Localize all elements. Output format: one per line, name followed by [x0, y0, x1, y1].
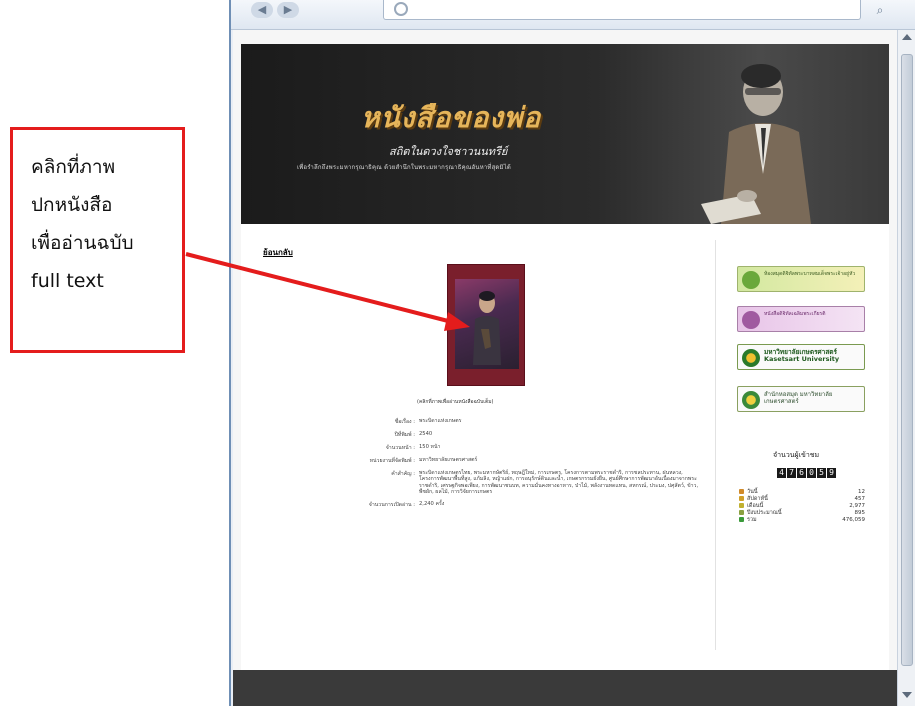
back-link[interactable]: ย้อนกลับ — [263, 246, 293, 259]
detail-row-reads: จำนวนการเปิดอ่าน : 2,240 ครั้ง — [341, 501, 701, 509]
detail-row-publisher: หน่วยงานที่จัดพิมพ์ : มหาวิทยาลัยเกษตรศา… — [341, 457, 701, 465]
globe-icon — [394, 2, 408, 16]
scroll-up-arrow-icon[interactable] — [902, 34, 912, 40]
counter-digit: 0 — [807, 468, 816, 478]
counter-digit: 6 — [797, 468, 806, 478]
book-icon — [742, 271, 760, 289]
scroll-down-arrow-icon[interactable] — [902, 692, 912, 698]
detail-label: คำสำคัญ : — [391, 471, 415, 477]
detail-row-pages: จำนวนหน้า : 150 หน้า — [341, 444, 701, 452]
stat-bullet-icon — [739, 517, 744, 522]
detail-label: ปีที่พิมพ์ : — [394, 432, 415, 438]
detail-value: 150 หน้า — [419, 444, 441, 450]
address-bar[interactable] — [383, 0, 861, 20]
stat-value: 476,059 — [842, 516, 865, 523]
banner-subtitle: สถิตในดวงใจชาวนนทรีย์ — [389, 145, 508, 158]
visitor-stats: วันนี้ 12 สัปดาห์นี้ 457 เดือนนี้ 2,977 — [739, 488, 865, 523]
stat-bullet-icon — [739, 503, 744, 508]
stat-value: 12 — [858, 488, 865, 495]
sidebar-link-kasetsart[interactable]: มหาวิทยาลัยเกษตรศาสตร์ Kasetsart Univers… — [737, 344, 865, 370]
counter-digit: 9 — [827, 468, 836, 478]
university-emblem-icon — [742, 349, 760, 367]
sidebar-link-label: สำนักหอสมุด มหาวิทยาลัยเกษตรศาสตร์ — [764, 391, 833, 405]
stat-label: รวม — [747, 516, 757, 523]
detail-value: 2540 — [419, 431, 433, 437]
stat-bullet-icon — [739, 510, 744, 515]
stat-value: 457 — [854, 495, 866, 502]
sidebar-link-label: ห้องสมุดดิจิทัลพระบาทสมเด็จพระเจ้าอยู่หั… — [764, 271, 856, 277]
scroll-thumb[interactable] — [901, 54, 913, 666]
search-icon[interactable]: ⌕ — [869, 2, 891, 18]
counter-digit: 7 — [787, 468, 796, 478]
detail-value: พระบิดาแห่งเกษตร — [419, 418, 462, 424]
banner-tagline: เพื่อรำลึกถึงพระมหากรุณาธิคุณ ด้วยสำนึกใ… — [297, 164, 511, 171]
cover-caption: (คลิกที่ภาพเพื่ออ่านหนังสือฉบับเต็ม) — [417, 399, 494, 405]
sidebar-link-digital-books[interactable]: หนังสือดิจิทัลเฉลิมพระเกียรติ — [737, 306, 865, 332]
back-button[interactable]: ◀ — [251, 2, 273, 18]
annotation-line: เพื่ออ่านฉบับ — [31, 232, 134, 254]
stat-value: 895 — [854, 509, 866, 516]
web-page: หนังสือของพ่อ สถิตในดวงใจชาวนนทรีย์ เพื่… — [241, 44, 889, 684]
counter-digit: 4 — [777, 468, 786, 478]
page-footer — [233, 670, 897, 706]
page-viewport: หนังสือของพ่อ สถิตในดวงใจชาวนนทรีย์ เพื่… — [233, 30, 897, 706]
forward-button[interactable]: ▶ — [277, 2, 299, 18]
book-icon — [742, 311, 760, 329]
visitor-counter: 4 7 6 0 5 9 — [777, 468, 836, 478]
vertical-scrollbar[interactable] — [897, 30, 915, 706]
annotation-text: คลิกที่ภาพ ปกหนังสือ เพื่ออ่านฉบับ full … — [31, 148, 182, 338]
screenshot-canvas: ◀ ▶ ⌕ หนังสือของพ่อ สถิตในดวงใจชาวนนทรีย… — [0, 0, 915, 706]
detail-label: ชื่อเรื่อง : — [394, 419, 415, 425]
column-divider — [715, 240, 716, 650]
annotation-line: คลิกที่ภาพ — [31, 156, 116, 178]
detail-row-keywords: คำสำคัญ : พระบิดาแห่งเกษตรไทย, พระมหากษั… — [341, 470, 701, 496]
annotation-line: full text — [31, 270, 104, 292]
detail-label: จำนวนการเปิดอ่าน : — [368, 501, 415, 508]
browser-toolbar: ◀ ▶ ⌕ — [231, 0, 915, 30]
browser-window: ◀ ▶ ⌕ หนังสือของพ่อ สถิตในดวงใจชาวนนทรีย… — [229, 0, 915, 706]
king-portrait-image — [701, 64, 811, 224]
banner-title: หนังสือของพ่อ — [361, 101, 542, 134]
sidebar-link-label: มหาวิทยาลัยเกษตรศาสตร์ Kasetsart Univers… — [764, 348, 840, 363]
book-cover-image[interactable] — [447, 264, 525, 386]
stat-bullet-icon — [739, 489, 744, 494]
detail-row-title: ชื่อเรื่อง : พระบิดาแห่งเกษตร — [341, 418, 701, 426]
sidebar-link-digital-library[interactable]: ห้องสมุดดิจิทัลพระบาทสมเด็จพระเจ้าอยู่หั… — [737, 266, 865, 292]
detail-label: จำนวนหน้า : — [385, 445, 415, 451]
sidebar-link-library-office[interactable]: สำนักหอสมุด มหาวิทยาลัยเกษตรศาสตร์ — [737, 386, 865, 412]
book-cover-portrait — [473, 291, 501, 365]
detail-value: 2,240 ครั้ง — [419, 500, 445, 507]
counter-digit: 5 — [817, 468, 826, 478]
book-cover-photo — [455, 279, 519, 369]
annotation-line: ปกหนังสือ — [31, 194, 113, 216]
detail-label: หน่วยงานที่จัดพิมพ์ : — [369, 458, 415, 464]
detail-value: มหาวิทยาลัยเกษตรศาสตร์ — [419, 457, 478, 463]
stat-row-total: รวม 476,059 — [739, 516, 865, 523]
visitor-counter-title: จำนวนผู้เข้าชม — [773, 451, 820, 459]
sidebar-link-label: หนังสือดิจิทัลเฉลิมพระเกียรติ — [764, 311, 826, 317]
detail-value: พระบิดาแห่งเกษตรไทย, พระมหากษัตริย์, ทฤษ… — [419, 470, 699, 496]
stat-bullet-icon — [739, 496, 744, 501]
site-banner: หนังสือของพ่อ สถิตในดวงใจชาวนนทรีย์ เพื่… — [241, 44, 889, 224]
detail-row-year: ปีที่พิมพ์ : 2540 — [341, 431, 701, 439]
library-emblem-icon — [742, 391, 760, 409]
book-details: ชื่อเรื่อง : พระบิดาแห่งเกษตร ปีที่พิมพ์… — [341, 418, 701, 514]
annotation-callout: คลิกที่ภาพ ปกหนังสือ เพื่ออ่านฉบับ full … — [10, 127, 185, 353]
